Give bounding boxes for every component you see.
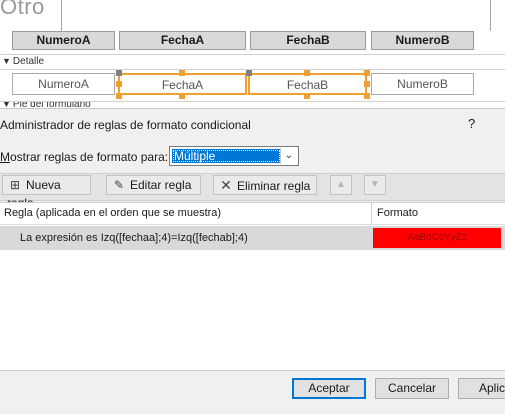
delete-rule-label: Eliminar regla <box>237 179 311 193</box>
textbox-fechab[interactable]: FechaB <box>248 73 367 95</box>
column-header-format: Formato <box>377 207 418 219</box>
resize-handle[interactable] <box>364 81 370 87</box>
help-button[interactable]: ? <box>468 116 475 131</box>
resize-handle[interactable] <box>364 70 370 76</box>
resize-handle[interactable] <box>116 81 122 87</box>
show-rules-label: Mostrar reglas de formato para: <box>0 150 169 164</box>
delete-x-icon: ✕ <box>220 177 232 193</box>
show-rules-value: Múltiple <box>172 149 281 163</box>
edit-rule-icon: ✎ <box>113 178 125 192</box>
move-down-button[interactable]: ▼ <box>364 175 386 195</box>
arrow-down-icon: ▼ <box>370 179 380 190</box>
move-handle[interactable] <box>246 70 252 76</box>
textbox-numerob[interactable]: NumeroB <box>371 73 474 95</box>
resize-handle[interactable] <box>179 70 185 76</box>
design-vertical-line-right <box>490 0 491 31</box>
edit-rule-label: Editar regla <box>130 178 192 192</box>
textbox-numeroa[interactable]: NumeroA <box>12 73 115 95</box>
rule-format-preview[interactable]: AaBbCcYyZz <box>373 228 501 248</box>
move-up-button[interactable]: ▲ <box>330 175 352 195</box>
arrow-up-icon: ▲ <box>336 179 346 190</box>
resize-handle[interactable] <box>304 70 310 76</box>
form-label-otro: Otro <box>0 0 45 19</box>
header-divider <box>0 224 505 225</box>
column-separator[interactable] <box>371 203 372 225</box>
resize-handle[interactable] <box>116 93 122 99</box>
dialog-title: Administrador de reglas de formato condi… <box>0 118 251 132</box>
header-label-numerob[interactable]: NumeroB <box>371 31 474 50</box>
cancel-button[interactable]: Cancelar <box>375 378 449 399</box>
section-bar-detalle[interactable]: ▼ Detalle <box>0 54 505 70</box>
rule-expression: La expresión es Izq([fechaa];4)=Izq([fec… <box>20 232 248 244</box>
design-vertical-line <box>61 0 62 31</box>
header-label-fechab[interactable]: FechaB <box>250 31 366 50</box>
textbox-fechaa[interactable]: FechaA <box>118 73 247 95</box>
section-label: Detalle <box>12 56 45 67</box>
resize-handle[interactable] <box>364 93 370 99</box>
header-label-numeroa[interactable]: NumeroA <box>12 31 115 50</box>
resize-handle[interactable] <box>304 93 310 99</box>
header-label-fechaa[interactable]: FechaA <box>119 31 246 50</box>
apply-button[interactable]: Aplic <box>458 378 505 399</box>
delete-rule-button[interactable]: ✕ Eliminar regla <box>213 175 317 195</box>
chevron-down-icon[interactable]: ⌄ <box>280 148 297 164</box>
section-arrow-icon: ▼ <box>2 56 11 66</box>
show-rules-select[interactable]: Múltiple ⌄ <box>169 146 299 166</box>
new-rule-button[interactable]: ⊞Nueva regla <box>2 175 91 210</box>
column-header-rule: Regla (aplicada en el orden que se muest… <box>4 207 222 219</box>
new-rule-icon: ⊞ <box>9 178 21 192</box>
move-handle[interactable] <box>116 70 122 76</box>
resize-handle[interactable] <box>179 93 185 99</box>
accept-button[interactable]: Aceptar <box>292 378 366 399</box>
edit-rule-button[interactable]: ✎ Editar regla <box>106 175 201 195</box>
